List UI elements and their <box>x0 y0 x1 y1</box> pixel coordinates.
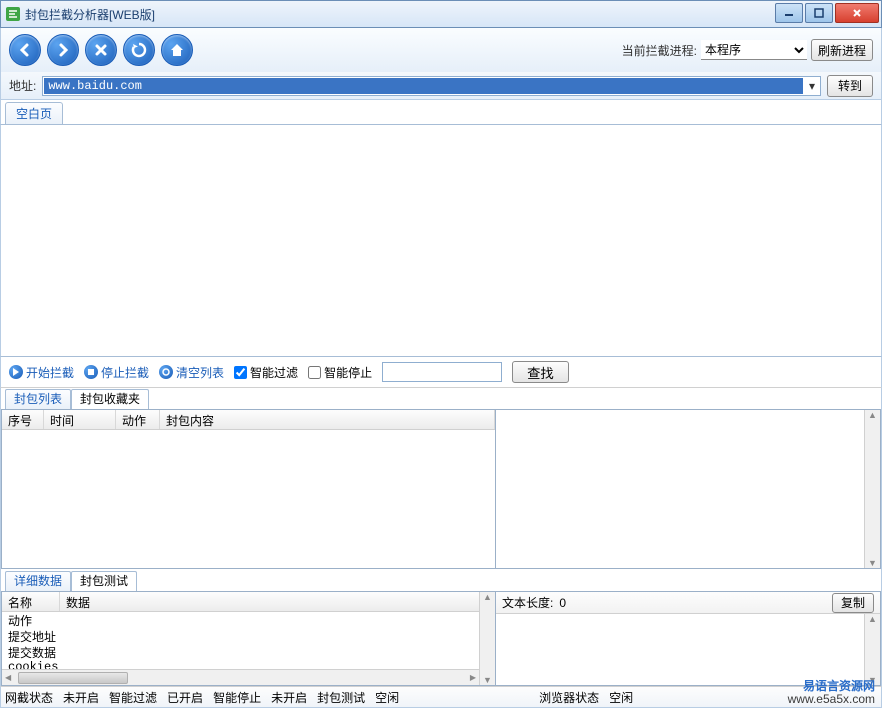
packet-split: 序号 时间 动作 封包内容 <box>0 409 882 569</box>
packet-list-body[interactable] <box>2 430 495 568</box>
detail-row[interactable]: 提交地址 <box>2 628 495 644</box>
close-button[interactable] <box>835 3 879 23</box>
packet-tabs: 封包列表 封包收藏夹 <box>0 387 882 409</box>
stop-nav-button[interactable] <box>85 34 117 66</box>
status-browser-label: 浏览器状态 <box>539 689 599 706</box>
tab-detail-data[interactable]: 详细数据 <box>5 571 71 591</box>
refresh-nav-button[interactable] <box>123 34 155 66</box>
back-button[interactable] <box>9 34 41 66</box>
window-title: 封包拦截分析器[WEB版] <box>25 6 155 23</box>
app-icon <box>5 6 21 22</box>
tab-packet-favorites[interactable]: 封包收藏夹 <box>71 389 149 409</box>
detail-left-pane: 名称 数据 动作 提交地址 提交数据 cookies <box>1 591 496 686</box>
stop-icon <box>84 365 98 379</box>
forward-button[interactable] <box>47 34 79 66</box>
clear-list-button[interactable]: 清空列表 <box>159 364 224 381</box>
search-input[interactable] <box>382 362 502 382</box>
detail-right-pane: 文本长度: 0 复制 <box>496 591 881 686</box>
smart-filter-checkbox[interactable]: 智能过滤 <box>234 364 298 381</box>
refresh-process-button[interactable]: 刷新进程 <box>811 39 873 61</box>
titlebar: 封包拦截分析器[WEB版] <box>0 0 882 28</box>
status-test-label: 封包测试 <box>317 689 365 706</box>
browser-tab-blank[interactable]: 空白页 <box>5 102 63 124</box>
col-seq[interactable]: 序号 <box>2 410 44 429</box>
smart-stop-checkbox[interactable]: 智能停止 <box>308 364 372 381</box>
text-length-value: 0 <box>559 596 566 610</box>
status-stop-label: 智能停止 <box>213 689 261 706</box>
navigation-toolbar: 当前拦截进程: 本程序 刷新进程 <box>0 28 882 72</box>
status-filter-label: 智能过滤 <box>109 689 157 706</box>
detail-row[interactable]: 动作 <box>2 612 495 628</box>
status-browser-value: 空闲 <box>609 689 633 706</box>
packet-list-pane: 序号 时间 动作 封包内容 <box>1 409 496 569</box>
col-time[interactable]: 时间 <box>44 410 116 429</box>
status-net-label: 网截状态 <box>5 689 53 706</box>
search-button[interactable]: 查找 <box>512 361 569 383</box>
window-controls <box>775 3 879 23</box>
watermark: 易语言资源网 www.e5a5x.com <box>788 680 875 706</box>
address-label: 地址: <box>9 77 36 94</box>
home-button[interactable] <box>161 34 193 66</box>
detail-split: 名称 数据 动作 提交地址 提交数据 cookies 文本长度: 0 复制 <box>0 591 882 686</box>
text-length-label: 文本长度: <box>502 594 553 611</box>
clear-icon <box>159 365 173 379</box>
col-content[interactable]: 封包内容 <box>160 410 495 429</box>
play-icon <box>9 365 23 379</box>
address-input[interactable] <box>44 78 803 94</box>
scrollbar[interactable] <box>479 592 495 685</box>
go-button[interactable]: 转到 <box>827 75 873 97</box>
process-label: 当前拦截进程: <box>622 42 697 59</box>
copy-button[interactable]: 复制 <box>832 593 874 613</box>
stop-capture-button[interactable]: 停止拦截 <box>84 364 149 381</box>
tab-packet-test[interactable]: 封包测试 <box>71 571 137 591</box>
status-test-value: 空闲 <box>375 689 399 706</box>
status-net-value: 未开启 <box>63 689 99 706</box>
detail-tabs: 详细数据 封包测试 <box>0 569 882 591</box>
detail-row[interactable]: 提交数据 <box>2 644 495 660</box>
col-name[interactable]: 名称 <box>2 592 60 611</box>
status-filter-value: 已开启 <box>167 689 203 706</box>
browser-tabs: 空白页 <box>0 100 882 124</box>
start-capture-button[interactable]: 开始拦截 <box>9 364 74 381</box>
browser-content <box>0 124 882 357</box>
tab-packet-list[interactable]: 封包列表 <box>5 389 71 409</box>
detail-text-body[interactable] <box>496 614 880 685</box>
process-select[interactable]: 本程序 <box>701 40 807 60</box>
status-stop-value: 未开启 <box>271 689 307 706</box>
capture-action-bar: 开始拦截 停止拦截 清空列表 智能过滤 智能停止 查找 <box>0 357 882 387</box>
address-bar: 地址: ▾ 转到 <box>0 72 882 100</box>
packet-preview-pane <box>496 409 881 569</box>
h-scrollbar[interactable] <box>2 669 479 685</box>
maximize-button[interactable] <box>805 3 833 23</box>
col-action[interactable]: 动作 <box>116 410 160 429</box>
minimize-button[interactable] <box>775 3 803 23</box>
scrollbar[interactable] <box>864 410 880 568</box>
address-dropdown-icon[interactable]: ▾ <box>804 79 820 93</box>
scrollbar[interactable] <box>864 614 880 685</box>
col-data[interactable]: 数据 <box>60 592 495 611</box>
